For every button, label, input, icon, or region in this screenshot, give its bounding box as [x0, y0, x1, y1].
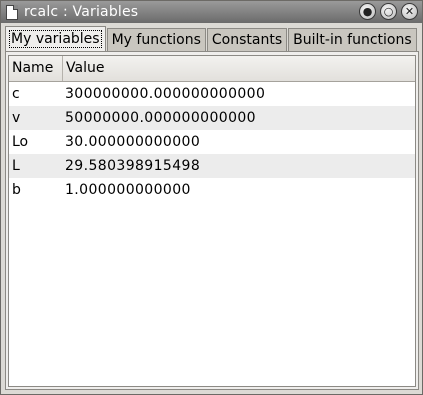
variable-name: Lo — [12, 134, 29, 150]
variable-value: 1.000000000000 — [65, 182, 191, 198]
column-header-value[interactable]: Value — [63, 56, 415, 81]
close-icon[interactable]: ✕ — [401, 3, 418, 20]
table-row[interactable]: c 300000000.000000000000 — [9, 82, 415, 106]
variable-name: L — [12, 158, 20, 174]
variable-value: 29.580398915498 — [65, 158, 201, 174]
tab-bar: My variables My functions Constants Buil… — [5, 26, 418, 52]
table-row[interactable]: L 29.580398915498 — [9, 154, 415, 178]
window-controls: ● ○ ✕ — [359, 3, 418, 20]
tab-panel: Name Value c 300000000.000000000000 v 50… — [5, 51, 419, 390]
tab-label: Built-in functions — [293, 32, 412, 48]
table-row[interactable]: b 1.000000000000 — [9, 178, 415, 202]
variable-name: b — [12, 182, 21, 198]
table-header: Name Value — [9, 56, 415, 82]
variable-value: 30.000000000000 — [65, 134, 201, 150]
variable-name: c — [12, 86, 20, 102]
table-row[interactable]: v 50000000.000000000000 — [9, 106, 415, 130]
variable-value: 300000000.000000000000 — [65, 86, 266, 102]
tab-my-variables[interactable]: My variables — [5, 26, 106, 52]
tab-my-functions[interactable]: My functions — [106, 28, 206, 51]
minimize-icon[interactable]: ● — [359, 3, 376, 20]
window-title: rcalc : Variables — [24, 4, 139, 20]
variables-window: rcalc : Variables ● ○ ✕ My variables My … — [0, 0, 423, 395]
maximize-icon[interactable]: ○ — [380, 3, 397, 20]
variable-value: 50000000.000000000000 — [65, 110, 256, 126]
column-header-name[interactable]: Name — [9, 56, 63, 81]
tab-label: My functions — [111, 32, 201, 48]
tab-label: My variables — [9, 30, 102, 48]
tab-label: Constants — [211, 32, 283, 48]
tab-built-in-functions[interactable]: Built-in functions — [288, 28, 417, 51]
document-icon — [6, 4, 18, 20]
variables-table[interactable]: Name Value c 300000000.000000000000 v 50… — [8, 55, 416, 387]
tab-constants[interactable]: Constants — [206, 28, 288, 51]
table-row[interactable]: Lo 30.000000000000 — [9, 130, 415, 154]
variable-name: v — [12, 110, 21, 126]
title-bar[interactable]: rcalc : Variables ● ○ ✕ — [1, 1, 422, 23]
